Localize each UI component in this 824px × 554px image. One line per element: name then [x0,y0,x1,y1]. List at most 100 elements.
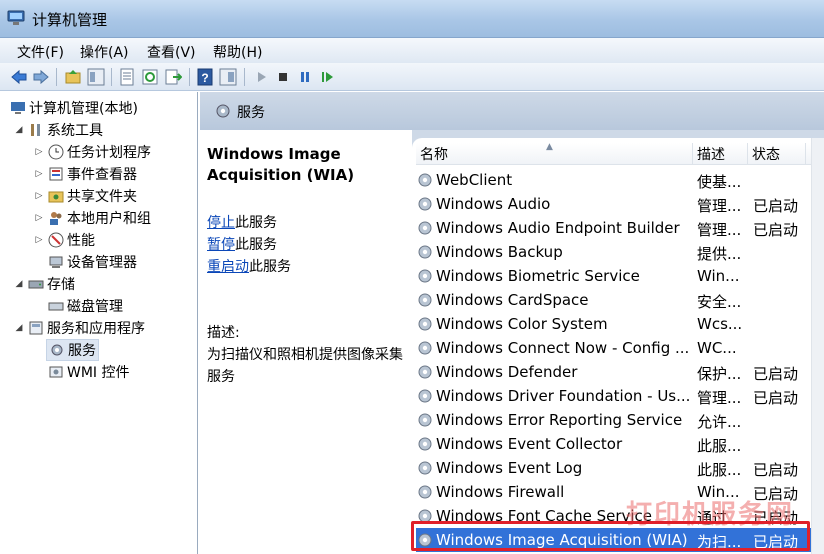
tree-item-device-manager[interactable]: 设备管理器 [48,251,137,273]
collapsed-arrow-icon[interactable]: ▷ [34,213,44,223]
tree-label: 任务计划程序 [67,145,151,161]
table-row[interactable]: Windows Biometric Service Win... [416,264,820,288]
sort-ascending-icon: ▲ [546,142,553,152]
menu-file[interactable]: 文件(F) [17,42,64,62]
tree-label: 系统工具 [47,123,103,139]
service-desc: 管理... [697,197,742,215]
tree-label: 磁盘管理 [67,299,123,315]
page-title: 服务 [237,105,265,121]
column-header-desc[interactable]: 描述 [693,143,748,165]
table-row[interactable]: Windows Backup 提供... [416,240,820,264]
tree-label: 服务和应用程序 [47,321,145,337]
help-icon[interactable]: ? [196,68,214,86]
service-name: Windows Backup [436,243,563,261]
restart-action: 重启动此服务 [207,259,291,275]
refresh-icon[interactable] [141,68,159,86]
service-desc: 管理... [697,221,742,239]
restart-icon[interactable] [318,68,336,86]
collapsed-arrow-icon[interactable]: ▷ [34,169,44,179]
table-row[interactable]: Windows Color System Wcs... [416,312,820,336]
tree-item-disk-management[interactable]: 磁盘管理 [48,295,123,317]
properties-icon[interactable] [118,68,136,86]
collapsed-arrow-icon[interactable]: ▷ [34,147,44,157]
services-apps-icon [29,321,43,335]
service-name: Windows Driver Foundation - Us... [436,387,691,405]
tree-item-event-viewer[interactable]: ▷ 事件查看器 [34,163,137,185]
gear-icon [418,245,432,259]
table-row[interactable]: Windows Font Cache Service 通过... 已启动 [416,504,820,528]
service-status: 已启动 [753,197,799,215]
service-name: Windows CardSpace [436,291,589,309]
back-icon[interactable] [10,68,28,86]
forward-icon[interactable] [32,68,50,86]
tree-item-root[interactable]: 计算机管理(本地) [10,97,138,119]
table-row[interactable]: Windows Error Reporting Service 允许... [416,408,820,432]
table-row[interactable]: Windows Event Collector 此服... [416,432,820,456]
menu-action[interactable]: 操作(A) [80,42,129,62]
service-desc: 使基... [697,173,742,191]
table-row[interactable]: Windows Firewall Win... 已启动 [416,480,820,504]
gear-icon [418,437,432,451]
service-name: Windows Connect Now - Config ... [436,339,690,357]
computer-management-icon [7,10,25,25]
collapsed-arrow-icon[interactable]: ▷ [34,235,44,245]
service-desc: 通过... [697,509,742,527]
pause-service-link[interactable]: 暂停 [207,237,235,253]
tree-item-services-apps[interactable]: ◢ 服务和应用程序 [14,317,145,339]
shared-folder-icon [48,191,64,203]
table-row[interactable]: Windows Audio Endpoint Builder 管理... 已启动 [416,216,820,240]
table-row[interactable]: Windows Defender 保护... 已启动 [416,360,820,384]
gear-icon [418,461,432,475]
gear-icon [418,365,432,379]
tree-item-storage[interactable]: ◢ 存储 [14,273,75,295]
table-row[interactable]: Windows Event Log 此服... 已启动 [416,456,820,480]
gear-icon [418,341,432,355]
column-header-name[interactable]: 名称 ▲ [416,142,693,165]
extended-pane: Windows Image Acquisition (WIA) 停止此服务 暂停… [200,130,412,554]
table-row[interactable]: Windows Driver Foundation - Us... 管理... 已启… [416,384,820,408]
column-header-status[interactable]: 状态 [748,143,806,165]
table-row[interactable]: Windows CardSpace 安全... [416,288,820,312]
service-status: 已启动 [753,389,799,407]
toolbar: ? [0,63,824,91]
start-icon[interactable] [252,68,270,86]
tree-item-system-tools[interactable]: ◢ 系统工具 [14,119,103,141]
table-row[interactable]: Windows Connect Now - Config ... WC... [416,336,820,360]
gear-icon [418,221,432,235]
tree-item-services[interactable]: 服务 [46,339,99,361]
stop-action: 停止此服务 [207,215,277,231]
service-desc: 安全... [697,293,742,311]
collapsed-arrow-icon[interactable]: ▷ [34,191,44,201]
up-folder-icon[interactable] [64,68,82,86]
table-row[interactable]: Windows Audio 管理... 已启动 [416,192,820,216]
expanded-arrow-icon[interactable]: ◢ [14,125,24,135]
export-icon[interactable] [164,68,182,86]
tree-label: WMI 控件 [67,365,130,381]
menu-bar: 文件(F) 操作(A) 查看(V) 帮助(H) [0,38,824,63]
menu-view[interactable]: 查看(V) [147,42,196,62]
show-pane-icon[interactable] [219,68,237,86]
vertical-scrollbar[interactable] [811,138,824,554]
tree-item-performance[interactable]: ▷ 性能 [34,229,95,251]
service-name: WebClient [436,171,513,189]
tree-item-wmi[interactable]: WMI 控件 [48,361,130,383]
svg-text:?: ? [201,71,208,85]
service-status: 已启动 [753,365,799,383]
tree-item-task-scheduler[interactable]: ▷ 任务计划程序 [34,141,151,163]
show-tree-icon[interactable] [87,68,105,86]
tree-item-shared-folders[interactable]: ▷ 共享文件夹 [34,185,137,207]
tree-item-local-users[interactable]: ▷ 本地用户和组 [34,207,151,229]
service-desc: 此服... [697,437,742,455]
expanded-arrow-icon[interactable]: ◢ [14,279,24,289]
stop-icon[interactable] [274,68,292,86]
gear-icon [418,389,432,403]
table-row[interactable]: WebClient 使基... [416,168,820,192]
service-name: Windows Audio [436,195,551,213]
restart-service-link[interactable]: 重启动 [207,259,249,275]
menu-help[interactable]: 帮助(H) [213,42,262,62]
pause-icon[interactable] [296,68,314,86]
expanded-arrow-icon[interactable]: ◢ [14,323,24,333]
table-row[interactable]: Windows Image Acquisition (WIA) 为扫... 已启动 [416,528,820,552]
gear-icon [418,485,432,499]
stop-service-link[interactable]: 停止 [207,215,235,231]
